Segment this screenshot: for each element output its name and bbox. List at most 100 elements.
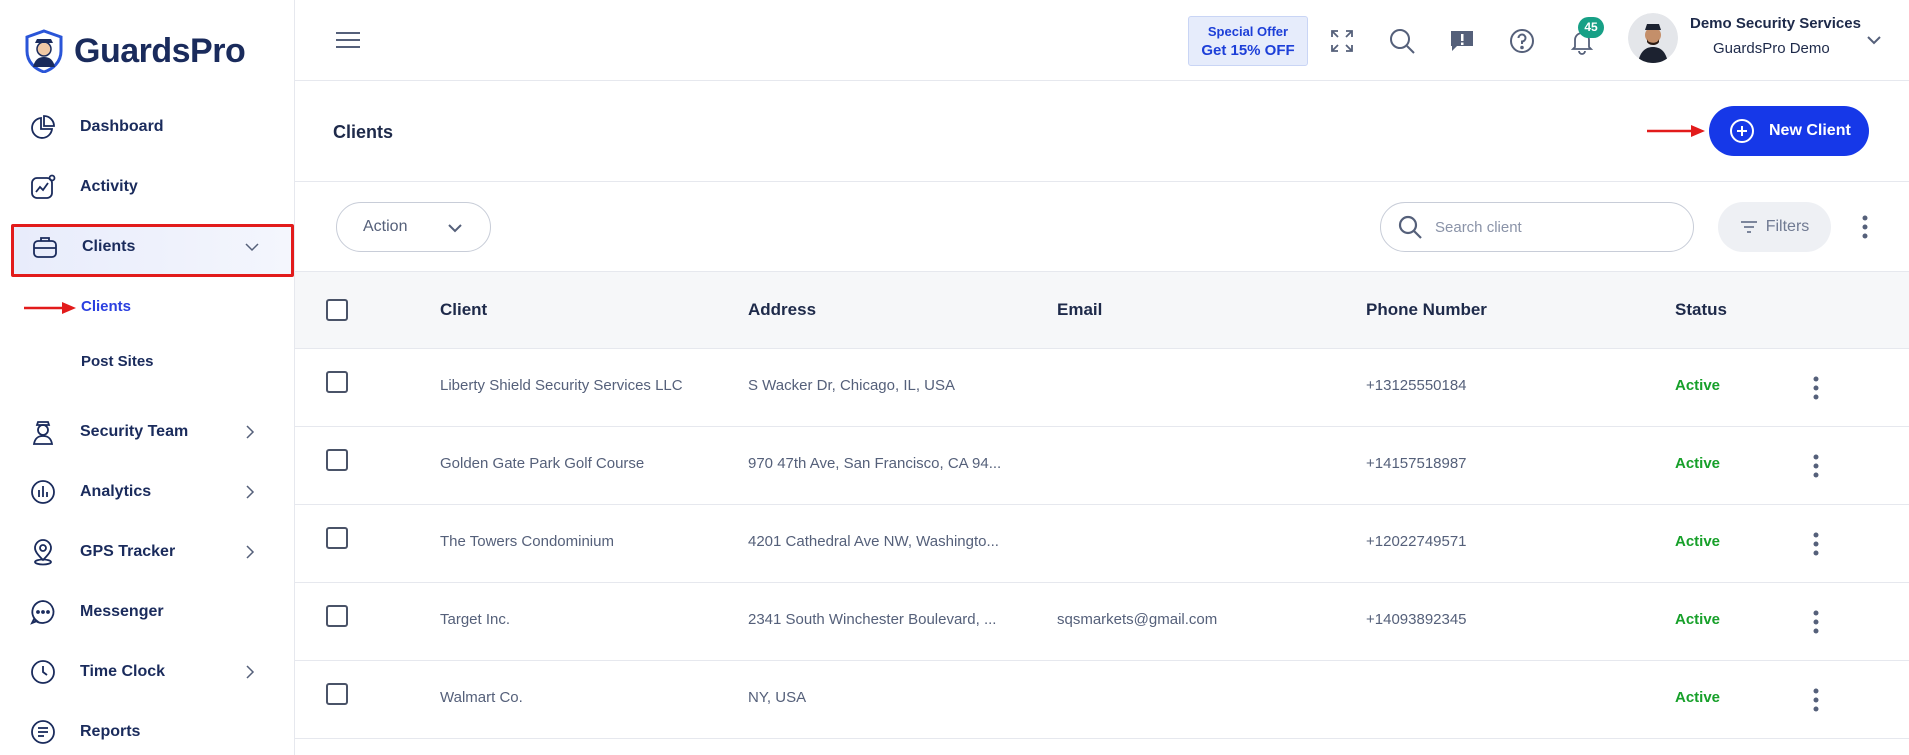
address-cell: 4201 Cathedral Ave NW, Washingto... — [748, 533, 999, 550]
filter-icon — [1740, 221, 1757, 233]
status-badge: Active — [1675, 455, 1721, 472]
address-cell: 2341 South Winchester Boulevard, ... — [748, 611, 997, 628]
pie-chart-icon — [28, 112, 58, 142]
column-header-email[interactable]: Email — [1057, 300, 1102, 320]
table-row[interactable]: Golden Gate Park Golf Course 970 47th Av… — [295, 427, 1909, 505]
status-badge: Active — [1675, 377, 1721, 394]
sidebar-item-label: Security Team — [80, 423, 189, 440]
select-all-checkbox[interactable] — [326, 299, 348, 321]
chevron-down-icon — [448, 224, 462, 233]
row-more-options-icon[interactable] — [1811, 452, 1821, 480]
sidebar-item-label: Activity — [80, 178, 138, 195]
hamburger-menu-icon[interactable] — [335, 28, 361, 52]
sidebar-item-gps-tracker[interactable]: GPS Tracker — [28, 532, 268, 572]
analytics-icon — [28, 477, 58, 507]
page-title: Clients — [333, 122, 394, 142]
filters-button[interactable]: Filters — [1718, 202, 1831, 252]
search-input[interactable] — [1435, 218, 1675, 236]
user-organization: GuardsPro Demo — [1713, 40, 1830, 57]
sidebar: GuardsPro Dashboard Activity Clients Cli… — [0, 0, 295, 755]
table-header-row: Client Address Email Phone Number Status — [295, 272, 1909, 349]
chevron-right-icon[interactable] — [242, 544, 258, 560]
chevron-right-icon[interactable] — [242, 484, 258, 500]
location-pin-icon — [28, 537, 58, 567]
sidebar-item-messenger[interactable]: Messenger — [28, 592, 268, 632]
sidebar-item-label: Reports — [80, 723, 141, 740]
sidebar-item-time-clock[interactable]: Time Clock — [28, 652, 268, 692]
row-more-options-icon[interactable] — [1811, 530, 1821, 558]
row-more-options-icon[interactable] — [1811, 686, 1821, 714]
new-client-label: New Client — [1769, 122, 1851, 139]
notification-count-badge: 45 — [1578, 17, 1604, 38]
address-cell: NY, USA — [748, 689, 807, 706]
chevron-down-icon[interactable] — [1865, 31, 1883, 49]
offer-title: Special Offer — [1207, 24, 1289, 39]
sidebar-item-label: Dashboard — [80, 118, 164, 135]
help-icon[interactable] — [1507, 26, 1537, 56]
search-icon[interactable] — [1387, 26, 1417, 56]
table-row[interactable]: Walmart Co. NY, USA Active — [295, 661, 1909, 739]
client-name-cell[interactable]: Liberty Shield Security Services LLC — [440, 377, 683, 394]
phone-cell: +13125550184 — [1366, 377, 1467, 394]
briefcase-icon — [30, 232, 60, 262]
new-client-button[interactable]: New Client — [1709, 106, 1869, 156]
guard-shield-logo-icon — [25, 29, 63, 73]
table-row[interactable]: The Towers Condominium 4201 Cathedral Av… — [295, 505, 1909, 583]
chat-bubble-icon — [28, 597, 58, 627]
filters-label: Filters — [1765, 218, 1810, 235]
column-header-status[interactable]: Status — [1675, 300, 1727, 320]
phone-cell: +12022749571 — [1366, 533, 1467, 550]
row-more-options-icon[interactable] — [1811, 374, 1821, 402]
chevron-right-icon[interactable] — [242, 424, 258, 440]
sidebar-item-label: Time Clock — [80, 663, 166, 680]
row-checkbox[interactable] — [326, 527, 348, 549]
row-checkbox[interactable] — [326, 449, 348, 471]
action-dropdown[interactable]: Action — [336, 202, 491, 252]
address-cell: S Wacker Dr, Chicago, IL, USA — [748, 377, 956, 394]
document-icon — [28, 717, 58, 747]
red-arrow-pointer-icon — [24, 302, 76, 314]
app: GuardsPro Dashboard Activity Clients Cli… — [0, 0, 1909, 755]
sidebar-item-activity[interactable]: Activity — [28, 167, 268, 207]
feedback-icon[interactable] — [1447, 26, 1477, 56]
address-cell: 970 47th Ave, San Francisco, CA 94... — [748, 455, 1002, 472]
sidebar-item-analytics[interactable]: Analytics — [28, 472, 268, 512]
sidebar-item-reports[interactable]: Reports — [28, 712, 268, 752]
email-cell: sqsmarkets@gmail.com — [1057, 611, 1218, 628]
row-checkbox[interactable] — [326, 371, 348, 393]
brand-logo[interactable]: GuardsPro — [24, 28, 246, 74]
action-dropdown-label: Action — [363, 218, 408, 235]
red-arrow-pointer-icon — [1647, 125, 1705, 137]
phone-cell: +14157518987 — [1366, 455, 1467, 472]
guard-icon — [28, 417, 58, 447]
subnav-item-post-sites[interactable]: Post Sites — [81, 353, 154, 370]
subnav-item-clients[interactable]: Clients — [81, 298, 131, 315]
column-header-client[interactable]: Client — [440, 300, 487, 320]
clock-icon — [28, 657, 58, 687]
sidebar-item-clients[interactable]: Clients — [30, 227, 270, 267]
client-name-cell[interactable]: Walmart Co. — [440, 689, 523, 706]
sidebar-item-security-team[interactable]: Security Team — [28, 412, 268, 452]
table-row[interactable]: Liberty Shield Security Services LLC S W… — [295, 349, 1909, 427]
client-name-cell[interactable]: The Towers Condominium — [440, 533, 614, 550]
client-name-cell[interactable]: Target Inc. — [440, 611, 510, 628]
more-options-icon[interactable] — [1860, 213, 1870, 241]
sidebar-item-dashboard[interactable]: Dashboard — [28, 107, 268, 147]
row-checkbox[interactable] — [326, 605, 348, 627]
row-checkbox[interactable] — [326, 683, 348, 705]
column-header-phone[interactable]: Phone Number — [1366, 300, 1487, 320]
chevron-down-icon[interactable] — [244, 239, 260, 255]
sidebar-item-label: Messenger — [80, 603, 164, 620]
sidebar-item-label: Clients — [82, 238, 136, 255]
search-box[interactable] — [1380, 202, 1694, 252]
fullscreen-icon[interactable] — [1327, 26, 1357, 56]
special-offer-banner[interactable]: Special Offer Get 15% OFF — [1188, 16, 1308, 66]
phone-cell: +14093892345 — [1366, 611, 1467, 628]
table-row[interactable]: Target Inc. 2341 South Winchester Boulev… — [295, 583, 1909, 661]
row-more-options-icon[interactable] — [1811, 608, 1821, 636]
chevron-right-icon[interactable] — [242, 664, 258, 680]
column-header-address[interactable]: Address — [748, 300, 816, 320]
top-header: Special Offer Get 15% OFF 45 Demo Securi… — [295, 0, 1909, 81]
avatar[interactable] — [1628, 13, 1678, 63]
client-name-cell[interactable]: Golden Gate Park Golf Course — [440, 455, 644, 472]
